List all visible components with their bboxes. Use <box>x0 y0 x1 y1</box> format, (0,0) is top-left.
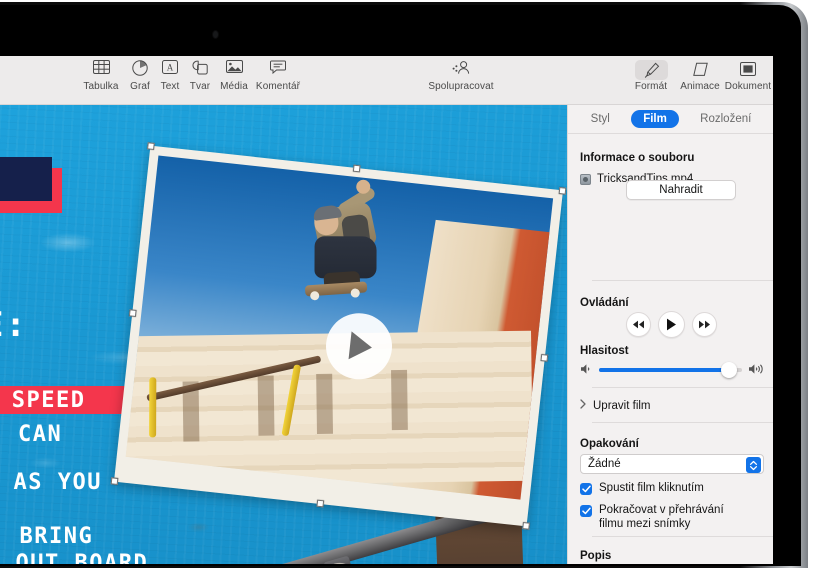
loop-select-value: Žádné <box>588 458 621 470</box>
loop-title: Opakování <box>580 438 639 450</box>
webcam-icon <box>213 31 218 38</box>
volume-slider-fill <box>599 368 726 372</box>
slide-headline: LIE: <box>0 305 28 345</box>
tab-styl[interactable]: Styl <box>579 110 622 128</box>
edit-film-disclosure[interactable]: Upravit film <box>580 399 651 412</box>
toolbar-label-collaborate: Spolupracovat <box>416 81 506 92</box>
tab-film[interactable]: Film <box>631 110 679 128</box>
toolbar-button-comment[interactable]: Komentář <box>250 60 306 92</box>
video-poster-image <box>126 155 553 499</box>
selection-handle-ml[interactable] <box>129 309 137 317</box>
inspector-body: Informace o souboru TricksandTips.mp4 Na… <box>568 134 773 564</box>
slide-canvas[interactable]: tips LIE: ABLE SPEED CAN N AS YOU , BRIN… <box>0 105 567 564</box>
divider <box>592 422 773 423</box>
toolbar-button-collaborate[interactable]: Spolupracovat <box>416 60 506 92</box>
description-title: Popis <box>580 550 611 562</box>
selection-handle-tr[interactable] <box>559 187 567 195</box>
kicker-highlight-navy <box>0 157 52 201</box>
toolbar-button-format[interactable]: Formát <box>623 60 679 92</box>
skater-board-wheel <box>310 291 320 301</box>
speaker-high-icon <box>748 363 764 378</box>
volume-slider-row[interactable] <box>580 362 764 378</box>
toolbar-label-format: Formát <box>623 81 679 92</box>
document-icon <box>720 60 773 80</box>
collaborate-icon <box>416 60 506 80</box>
skater-graphic <box>282 179 406 330</box>
volume-slider-knob[interactable] <box>721 362 737 378</box>
chevron-updown-icon[interactable] <box>746 457 761 473</box>
volume-slider-track[interactable] <box>599 368 742 372</box>
slide-line-4: , BRING <box>0 524 93 549</box>
skater-board-wheel <box>350 288 360 298</box>
handrail-post <box>149 377 156 437</box>
toolbar-label-document: Dokument <box>720 81 773 92</box>
selection-handle-bc[interactable] <box>316 500 324 508</box>
step-shadow <box>316 374 333 434</box>
selection-handle-br[interactable] <box>522 522 530 530</box>
divider <box>592 387 773 388</box>
inspector-tab-bar: Styl Film Rozložení <box>568 105 773 134</box>
slide-line-5: L OUT BOARD <box>0 551 148 564</box>
checkbox-continue-across-slides[interactable]: Pokračovat v přehrávání filmu mezi snímk… <box>580 504 749 531</box>
video-object[interactable] <box>114 146 563 527</box>
controls-title: Ovládání <box>580 297 629 309</box>
slide-line-2: CAN <box>18 422 62 447</box>
transport-controls <box>626 312 717 338</box>
volume-title: Hlasitost <box>580 345 629 357</box>
speaker-low-icon <box>580 363 593 378</box>
file-info-title: Informace o souboru <box>580 152 764 164</box>
slide-line-3: N AS YOU <box>0 470 102 495</box>
format-brush-icon <box>623 60 679 80</box>
toolbar-label-comment: Komentář <box>250 81 306 92</box>
slide-line-1: ABLE SPEED <box>0 388 85 413</box>
replace-button[interactable]: Nahradit <box>626 180 736 200</box>
format-inspector-panel: Styl Film Rozložení Informace o souboru … <box>567 105 773 564</box>
checkmark-icon <box>580 505 592 517</box>
selection-handle-tc[interactable] <box>353 165 361 173</box>
movie-file-icon <box>580 174 591 185</box>
selection-handle-tl[interactable] <box>147 142 155 150</box>
divider <box>592 536 773 537</box>
play-button[interactable] <box>658 311 685 338</box>
fast-forward-button[interactable] <box>692 312 717 337</box>
comment-icon <box>250 60 306 80</box>
checkbox-start-on-click[interactable]: Spustit film kliknutím <box>580 482 704 496</box>
laptop-frame: Tabulka Graf A Text Tvar <box>0 0 814 564</box>
step-shadow <box>391 370 408 430</box>
toolbar: Tabulka Graf A Text Tvar <box>0 56 773 105</box>
chevron-right-icon <box>580 399 586 412</box>
rewind-button[interactable] <box>626 312 651 337</box>
divider <box>592 280 773 281</box>
checkmark-icon <box>580 483 592 495</box>
edit-film-label: Upravit film <box>593 400 651 412</box>
step-shadow <box>258 375 275 435</box>
tab-rozlozeni[interactable]: Rozložení <box>688 110 763 128</box>
selection-handle-mr[interactable] <box>540 354 548 362</box>
keynote-window: Tabulka Graf A Text Tvar <box>0 56 773 564</box>
checkbox-label-continue: Pokračovat v přehrávání filmu mezi snímk… <box>599 504 749 531</box>
loop-select[interactable]: Žádné <box>580 454 764 474</box>
toolbar-button-document[interactable]: Dokument <box>720 60 773 92</box>
selection-handle-bl[interactable] <box>111 477 119 485</box>
checkbox-label-start-on-click: Spustit film kliknutím <box>599 482 704 496</box>
